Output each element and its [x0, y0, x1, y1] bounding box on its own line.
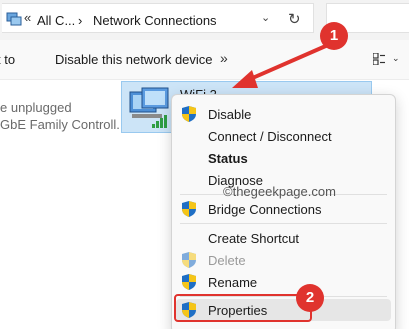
properties-highlight — [174, 294, 312, 322]
chevron-down-icon[interactable]: ⌄ — [261, 11, 270, 24]
command-bar: t to Disable this network device » ⌄ — [0, 40, 409, 80]
menu-item-rename[interactable]: Rename — [172, 271, 395, 293]
uac-shield-icon — [182, 106, 196, 122]
menu-item-label: Connect / Disconnect — [208, 129, 332, 144]
watermark: ©thegeekpage.com — [223, 184, 336, 199]
chevron-down-icon[interactable]: ⌄ — [392, 53, 400, 64]
view-options-icon[interactable] — [373, 53, 385, 65]
step-1-badge: 1 — [320, 22, 348, 50]
uac-shield-icon — [182, 252, 196, 268]
network-adapter-icon — [129, 87, 169, 128]
ethernet-device-name: GbE Family Controll... — [0, 117, 128, 132]
breadcrumb-all-control-panel[interactable]: All C... — [37, 13, 75, 28]
network-folder-icon — [6, 12, 22, 26]
menu-item-label: Status — [208, 151, 248, 166]
menu-item-connect-disconnect[interactable]: Connect / Disconnect — [172, 125, 395, 147]
menu-item-bridge-connections[interactable]: Bridge Connections — [172, 198, 395, 220]
menu-item-delete[interactable]: Delete — [172, 249, 395, 271]
menu-item-label: Disable — [208, 107, 252, 122]
uac-shield-icon — [182, 274, 196, 290]
organize-button[interactable]: t to — [0, 52, 15, 67]
uac-shield-icon — [182, 201, 196, 217]
menu-item-label: Bridge Connections — [208, 202, 322, 217]
menu-separator — [180, 223, 387, 224]
breadcrumb-separator[interactable]: › — [78, 13, 82, 28]
back-history-chevron[interactable]: « — [24, 10, 31, 25]
more-commands-button[interactable]: » — [220, 50, 228, 66]
menu-item-label: Delete — [208, 253, 246, 268]
disable-device-button[interactable]: Disable this network device — [55, 52, 213, 67]
menu-item-status[interactable]: Status — [172, 147, 395, 169]
menu-item-label: Rename — [208, 275, 258, 290]
address-bar[interactable]: « All C... › Network Connections ⌄ ↻ — [2, 3, 314, 33]
step-2-badge: 2 — [296, 284, 324, 312]
menu-item-disable[interactable]: Disable — [172, 103, 395, 125]
menu-item-create-shortcut[interactable]: Create Shortcut — [172, 227, 395, 249]
menu-item-label: Create Shortcut — [208, 231, 300, 246]
refresh-icon[interactable]: ↻ — [288, 10, 301, 28]
breadcrumb-network-connections[interactable]: Network Connections — [93, 13, 217, 28]
ethernet-status: e unplugged — [0, 100, 72, 115]
